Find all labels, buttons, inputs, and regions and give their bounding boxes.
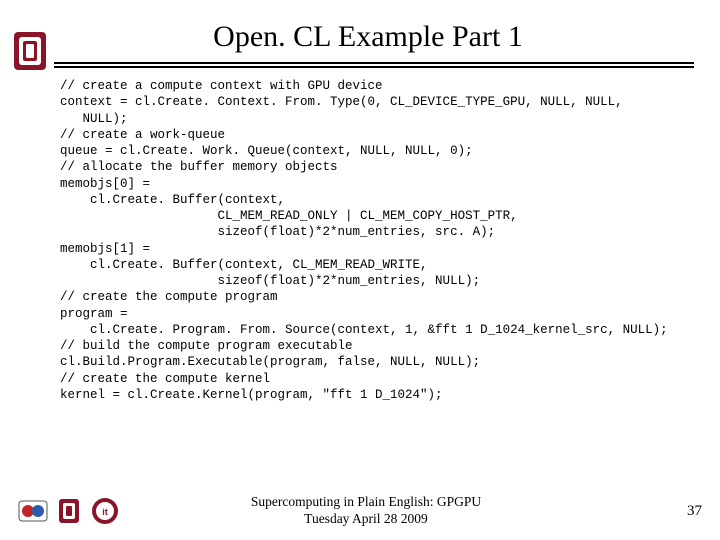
title-rule-bottom <box>54 66 694 68</box>
code-block: // create a compute context with GPU dev… <box>60 78 706 403</box>
footer-line-1: Supercomputing in Plain English: GPGPU <box>60 494 672 511</box>
slide: Open. CL Example Part 1 // create a comp… <box>0 0 720 540</box>
title-rule-top <box>54 62 694 64</box>
ou-logo <box>12 30 48 72</box>
oscer-logo-icon <box>18 496 48 526</box>
footer-line-2: Tuesday April 28 2009 <box>60 511 672 528</box>
footer-caption: Supercomputing in Plain English: GPGPU T… <box>60 494 672 528</box>
slide-footer: it Supercomputing in Plain English: GPGP… <box>0 494 720 528</box>
slide-title: Open. CL Example Part 1 <box>30 20 706 54</box>
slide-number: 37 <box>672 503 702 520</box>
